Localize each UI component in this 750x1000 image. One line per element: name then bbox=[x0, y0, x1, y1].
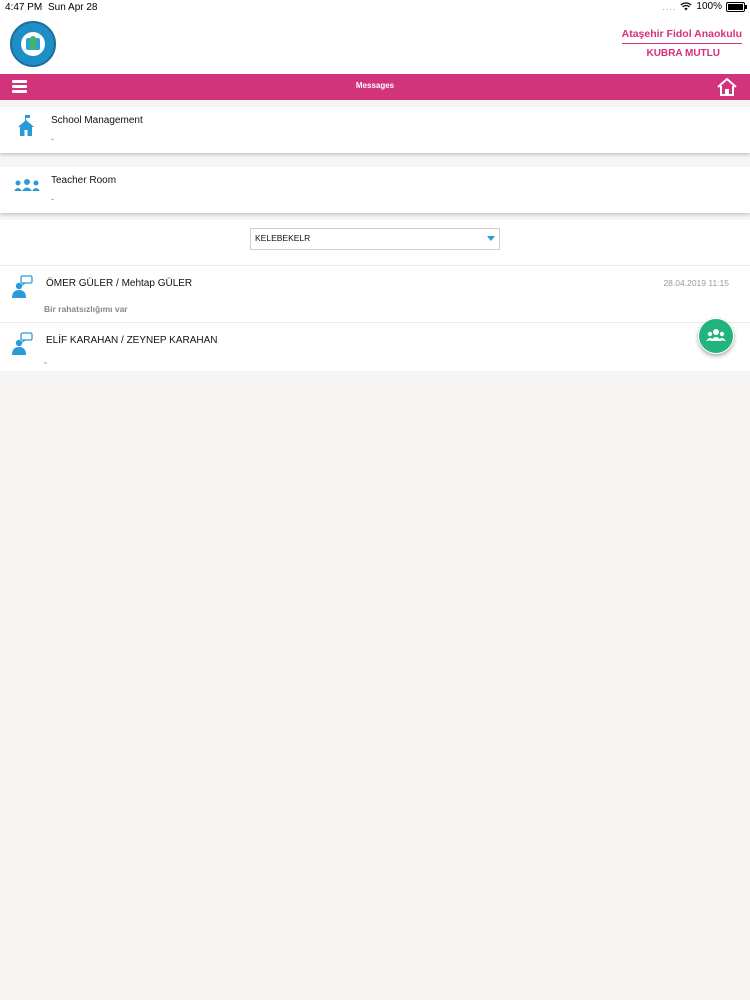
people-group-icon bbox=[14, 179, 40, 191]
room-subtitle: - bbox=[51, 134, 54, 144]
page-title: Messages bbox=[355, 81, 395, 90]
chat-user-icon bbox=[12, 275, 33, 298]
message-sender: ÖMER GÜLER / Mehtap GÜLER bbox=[46, 278, 193, 289]
room-title: Teacher Room bbox=[51, 175, 117, 186]
room-teacher-room[interactable]: Teacher Room - bbox=[0, 167, 750, 213]
school-logo-icon bbox=[10, 21, 56, 67]
status-date: Sun Apr 28 bbox=[48, 2, 98, 13]
user-name: KUBRA MUTLU bbox=[646, 48, 720, 59]
new-group-message-button[interactable] bbox=[698, 318, 734, 354]
battery-icon bbox=[726, 1, 747, 12]
message-sender: ELİF KARAHAN / ZEYNEP KARAHAN bbox=[46, 335, 218, 346]
room-school-management[interactable]: School Management - bbox=[0, 107, 750, 153]
chat-user-icon bbox=[12, 332, 33, 355]
filter-area: KELEBEKELR bbox=[0, 220, 750, 265]
nav-bar: Messages bbox=[0, 74, 750, 100]
wifi-icon bbox=[680, 2, 692, 11]
message-preview: - bbox=[44, 357, 47, 367]
signal-dots: .... bbox=[662, 1, 677, 12]
status-bar: 4:47 PM Sun Apr 28 .... 100% bbox=[0, 0, 750, 14]
home-icon[interactable] bbox=[716, 76, 738, 98]
class-select[interactable]: KELEBEKELR bbox=[250, 228, 500, 250]
class-select-value: KELEBEKELR bbox=[255, 233, 311, 243]
room-title: School Management bbox=[51, 115, 143, 126]
battery-percent: 100% bbox=[696, 1, 722, 12]
school-name: Ataşehir Fidol Anaokulu bbox=[621, 28, 742, 44]
message-preview: Bir rahatsızlığımı var bbox=[44, 304, 128, 314]
app-header: Ataşehir Fidol Anaokulu KUBRA MUTLU bbox=[0, 14, 750, 74]
message-item[interactable]: ÖMER GÜLER / Mehtap GÜLER 28.04.2019 11:… bbox=[0, 265, 750, 322]
status-time: 4:47 PM bbox=[5, 2, 43, 13]
users-group-icon bbox=[706, 329, 726, 341]
status-right: .... 100% bbox=[662, 1, 747, 12]
school-building-icon bbox=[18, 115, 34, 136]
dropdown-arrow-icon bbox=[487, 236, 495, 241]
room-subtitle: - bbox=[51, 194, 54, 204]
message-timestamp: 28.04.2019 11:15 bbox=[663, 278, 729, 288]
message-item[interactable]: ELİF KARAHAN / ZEYNEP KARAHAN - bbox=[0, 322, 750, 371]
